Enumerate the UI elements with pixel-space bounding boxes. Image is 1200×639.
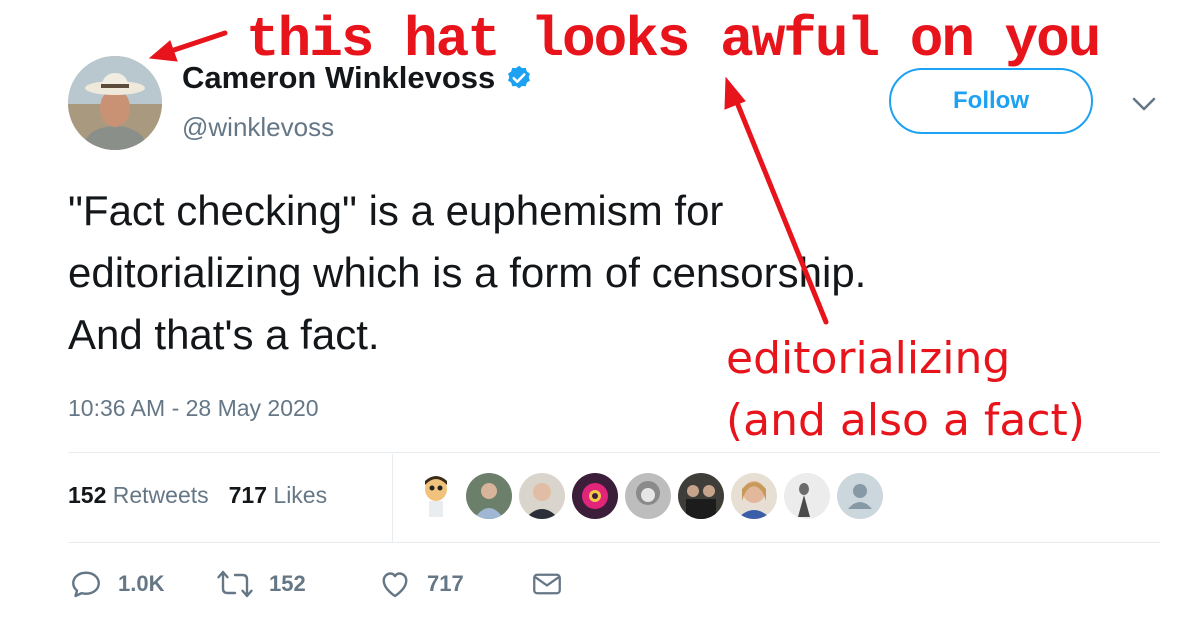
likes-label: Likes xyxy=(273,482,328,508)
likes-stat[interactable]: 717 Likes xyxy=(229,482,327,508)
retweets-count: 152 xyxy=(68,482,107,508)
reply-button[interactable]: 1.0K xyxy=(68,566,215,602)
chevron-down-icon[interactable] xyxy=(1128,90,1160,118)
envelope-icon xyxy=(533,573,561,595)
liker-avatar[interactable] xyxy=(678,473,724,519)
liker-avatar[interactable] xyxy=(837,473,883,519)
retweet-count: 152 xyxy=(269,571,306,596)
likes-count: 717 xyxy=(228,482,268,508)
arrow-to-avatar xyxy=(148,30,228,62)
tweet-text-line: editorializing which is a form of censor… xyxy=(68,249,867,296)
divider xyxy=(68,452,1160,453)
annotation-right-line: editorializing xyxy=(726,333,1011,384)
liker-avatars xyxy=(413,473,883,519)
retweet-button[interactable]: 152 xyxy=(215,566,377,602)
liker-avatar[interactable] xyxy=(731,473,777,519)
tweet-actions: 1.0K 152 717 xyxy=(68,566,564,602)
liker-avatar[interactable] xyxy=(572,473,618,519)
engagement-stats: 152 Retweets 717 Likes xyxy=(68,482,327,509)
tweet-text-line: "Fact checking" is a euphemism for xyxy=(68,187,724,234)
like-count: 717 xyxy=(427,571,464,596)
heart-icon xyxy=(382,572,408,598)
user-handle[interactable]: @winklevoss xyxy=(182,112,334,143)
stats-separator xyxy=(392,454,393,542)
follow-button[interactable]: Follow xyxy=(889,68,1093,134)
like-button[interactable]: 717 xyxy=(377,566,530,602)
reply-count: 1.0K xyxy=(118,571,165,596)
annotation-right: editorializing (and also a fact) xyxy=(726,328,1085,452)
liker-avatar[interactable] xyxy=(625,473,671,519)
liker-avatar[interactable] xyxy=(466,473,512,519)
divider xyxy=(68,542,1160,543)
liker-avatar[interactable] xyxy=(519,473,565,519)
retweets-stat[interactable]: 152 Retweets xyxy=(68,482,209,508)
direct-message-button[interactable] xyxy=(530,567,564,601)
liker-avatar[interactable] xyxy=(413,473,459,519)
annotation-top: this hat looks awful on you xyxy=(246,8,1101,72)
retweets-label: Retweets xyxy=(112,482,209,508)
liker-avatar[interactable] xyxy=(784,473,830,519)
reply-icon xyxy=(72,571,100,598)
retweet-icon xyxy=(217,570,253,598)
annotation-right-line: (and also a fact) xyxy=(726,395,1085,446)
tweet-timestamp[interactable]: 10:36 AM - 28 May 2020 xyxy=(68,395,319,422)
profile-avatar[interactable] xyxy=(68,56,162,150)
